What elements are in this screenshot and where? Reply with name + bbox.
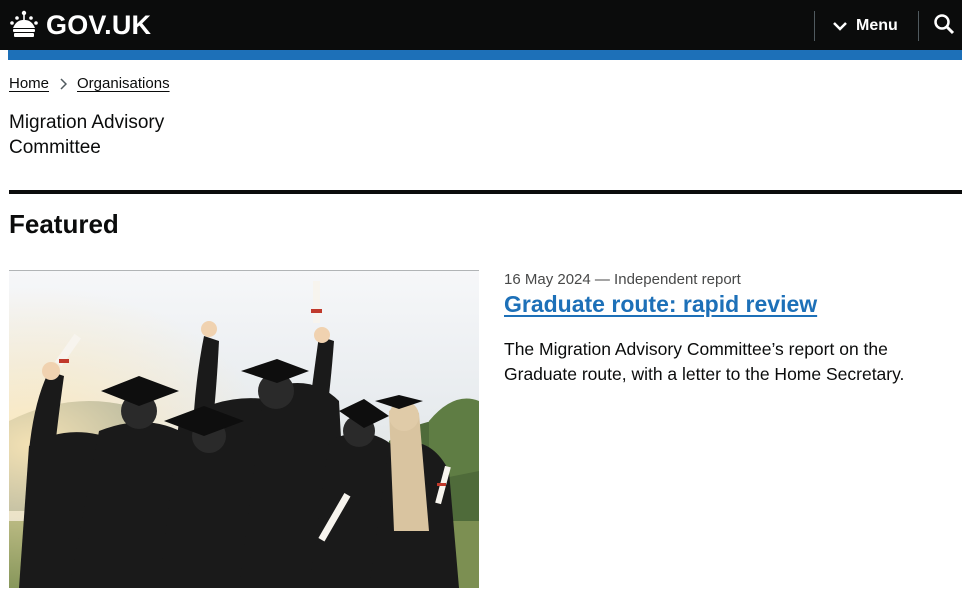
featured-image <box>9 271 479 588</box>
story-meta: 16 May 2024 — Independent report <box>504 271 741 288</box>
search-icon <box>933 13 955 40</box>
featured-heading: Featured <box>9 209 119 239</box>
logo-text: GOV.UK <box>46 10 152 40</box>
story-summary: The Migration Advisory Committee’s repor… <box>504 339 905 384</box>
breadcrumb-home-link[interactable]: Home <box>9 75 49 92</box>
breadcrumb-organisations-link[interactable]: Organisations <box>77 75 170 92</box>
chevron-right-icon <box>59 77 68 90</box>
site-header: GOV.UK Menu <box>0 0 962 50</box>
header-divider <box>918 11 919 41</box>
crown-icon <box>8 9 40 41</box>
story-title-link[interactable]: Graduate route: rapid review <box>504 289 817 319</box>
header-accent-bar <box>8 50 962 60</box>
menu-button[interactable]: Menu <box>832 12 898 40</box>
govuk-logo-link[interactable]: GOV.UK <box>8 7 151 43</box>
chevron-down-icon <box>832 20 848 32</box>
breadcrumb: Home Organisations <box>9 75 170 92</box>
section-rule <box>9 190 962 194</box>
header-divider <box>814 11 815 41</box>
search-button[interactable] <box>930 12 958 40</box>
organisation-name: Migration Advisory Committee <box>9 112 165 158</box>
menu-label: Menu <box>856 17 898 34</box>
